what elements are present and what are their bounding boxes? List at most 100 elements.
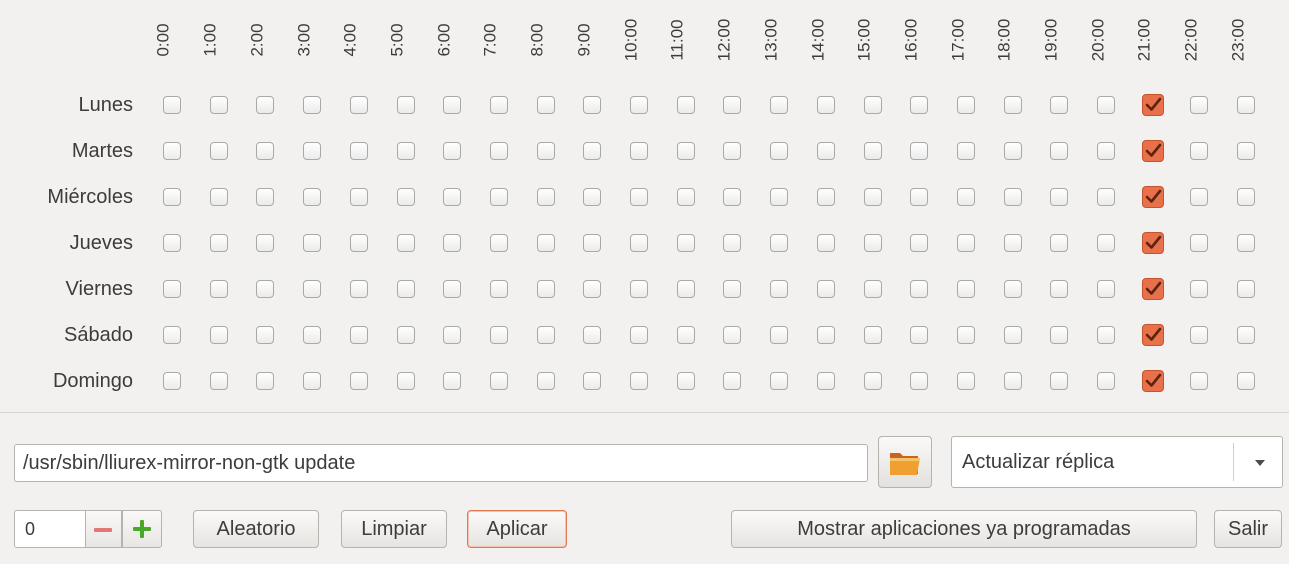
- schedule-checkbox[interactable]: [303, 234, 322, 252]
- schedule-checkbox[interactable]: [489, 326, 508, 344]
- schedule-checkbox[interactable]: [956, 96, 975, 114]
- schedule-checkbox[interactable]: [676, 280, 695, 298]
- schedule-checkbox[interactable]: [956, 234, 975, 252]
- schedule-checkbox[interactable]: [536, 326, 555, 344]
- schedule-checkbox[interactable]: [163, 142, 181, 160]
- schedule-checkbox[interactable]: [723, 142, 742, 160]
- schedule-checkbox[interactable]: [303, 372, 322, 390]
- schedule-checkbox[interactable]: [910, 142, 929, 160]
- browse-folder-button[interactable]: [878, 436, 932, 488]
- schedule-checkbox[interactable]: [1190, 188, 1209, 206]
- schedule-checkbox[interactable]: [910, 280, 929, 298]
- schedule-checkbox[interactable]: [770, 372, 789, 390]
- schedule-checkbox[interactable]: [630, 142, 648, 160]
- schedule-checkbox[interactable]: [443, 188, 462, 206]
- schedule-checkbox[interactable]: [1097, 280, 1115, 298]
- schedule-checkbox[interactable]: [303, 326, 322, 344]
- schedule-checkbox[interactable]: [770, 234, 789, 252]
- schedule-checkbox[interactable]: [1190, 372, 1209, 390]
- schedule-checkbox[interactable]: [1097, 96, 1115, 114]
- schedule-checkbox[interactable]: [1097, 326, 1115, 344]
- schedule-checkbox[interactable]: [349, 280, 368, 298]
- schedule-checkbox[interactable]: [1141, 94, 1164, 116]
- schedule-checkbox[interactable]: [816, 188, 835, 206]
- task-select[interactable]: Actualizar réplica: [951, 436, 1283, 488]
- schedule-checkbox[interactable]: [1097, 142, 1115, 160]
- schedule-checkbox[interactable]: [723, 326, 742, 344]
- schedule-checkbox[interactable]: [676, 326, 695, 344]
- schedule-checkbox[interactable]: [349, 372, 368, 390]
- schedule-checkbox[interactable]: [816, 280, 835, 298]
- schedule-checkbox[interactable]: [1050, 234, 1069, 252]
- schedule-checkbox[interactable]: [256, 142, 275, 160]
- schedule-checkbox[interactable]: [956, 142, 975, 160]
- schedule-checkbox[interactable]: [209, 326, 228, 344]
- schedule-checkbox[interactable]: [630, 326, 648, 344]
- schedule-checkbox[interactable]: [1237, 96, 1256, 114]
- schedule-checkbox[interactable]: [1097, 234, 1115, 252]
- schedule-checkbox[interactable]: [676, 372, 695, 390]
- schedule-checkbox[interactable]: [910, 326, 929, 344]
- schedule-checkbox[interactable]: [209, 188, 228, 206]
- schedule-checkbox[interactable]: [1003, 280, 1022, 298]
- schedule-checkbox[interactable]: [256, 280, 275, 298]
- schedule-checkbox[interactable]: [396, 326, 415, 344]
- schedule-checkbox[interactable]: [956, 280, 975, 298]
- schedule-checkbox[interactable]: [630, 372, 648, 390]
- schedule-checkbox[interactable]: [676, 188, 695, 206]
- schedule-checkbox[interactable]: [583, 326, 602, 344]
- schedule-checkbox[interactable]: [1141, 232, 1164, 254]
- schedule-checkbox[interactable]: [770, 326, 789, 344]
- schedule-checkbox[interactable]: [816, 234, 835, 252]
- schedule-checkbox[interactable]: [256, 326, 275, 344]
- schedule-checkbox[interactable]: [1050, 280, 1069, 298]
- schedule-checkbox[interactable]: [1190, 96, 1209, 114]
- schedule-checkbox[interactable]: [349, 188, 368, 206]
- schedule-checkbox[interactable]: [443, 280, 462, 298]
- schedule-checkbox[interactable]: [1003, 142, 1022, 160]
- schedule-checkbox[interactable]: [209, 142, 228, 160]
- schedule-checkbox[interactable]: [1050, 326, 1069, 344]
- schedule-checkbox[interactable]: [1141, 278, 1164, 300]
- schedule-checkbox[interactable]: [1237, 280, 1256, 298]
- schedule-checkbox[interactable]: [863, 372, 882, 390]
- schedule-checkbox[interactable]: [630, 188, 648, 206]
- schedule-checkbox[interactable]: [723, 96, 742, 114]
- schedule-checkbox[interactable]: [583, 280, 602, 298]
- schedule-checkbox[interactable]: [256, 188, 275, 206]
- schedule-checkbox[interactable]: [910, 188, 929, 206]
- schedule-checkbox[interactable]: [396, 96, 415, 114]
- schedule-checkbox[interactable]: [1097, 188, 1115, 206]
- schedule-checkbox[interactable]: [1141, 140, 1164, 162]
- schedule-checkbox[interactable]: [256, 234, 275, 252]
- schedule-checkbox[interactable]: [770, 96, 789, 114]
- schedule-checkbox[interactable]: [1003, 96, 1022, 114]
- schedule-checkbox[interactable]: [1190, 234, 1209, 252]
- schedule-checkbox[interactable]: [163, 234, 181, 252]
- schedule-checkbox[interactable]: [443, 372, 462, 390]
- schedule-checkbox[interactable]: [1003, 326, 1022, 344]
- schedule-checkbox[interactable]: [489, 234, 508, 252]
- spinner-increment-button[interactable]: [122, 510, 162, 548]
- schedule-checkbox[interactable]: [583, 142, 602, 160]
- schedule-checkbox[interactable]: [163, 326, 181, 344]
- schedule-checkbox[interactable]: [536, 96, 555, 114]
- schedule-checkbox[interactable]: [583, 96, 602, 114]
- schedule-checkbox[interactable]: [956, 372, 975, 390]
- apply-button[interactable]: Aplicar: [467, 510, 567, 548]
- schedule-checkbox[interactable]: [349, 234, 368, 252]
- schedule-checkbox[interactable]: [816, 372, 835, 390]
- schedule-checkbox[interactable]: [1190, 280, 1209, 298]
- schedule-checkbox[interactable]: [676, 234, 695, 252]
- schedule-checkbox[interactable]: [536, 280, 555, 298]
- schedule-checkbox[interactable]: [303, 142, 322, 160]
- schedule-checkbox[interactable]: [723, 188, 742, 206]
- schedule-checkbox[interactable]: [816, 326, 835, 344]
- schedule-checkbox[interactable]: [349, 326, 368, 344]
- spinner-decrement-button[interactable]: [86, 510, 122, 548]
- schedule-checkbox[interactable]: [209, 234, 228, 252]
- schedule-checkbox[interactable]: [163, 96, 181, 114]
- clear-button[interactable]: Limpiar: [341, 510, 447, 548]
- schedule-checkbox[interactable]: [863, 234, 882, 252]
- schedule-checkbox[interactable]: [536, 142, 555, 160]
